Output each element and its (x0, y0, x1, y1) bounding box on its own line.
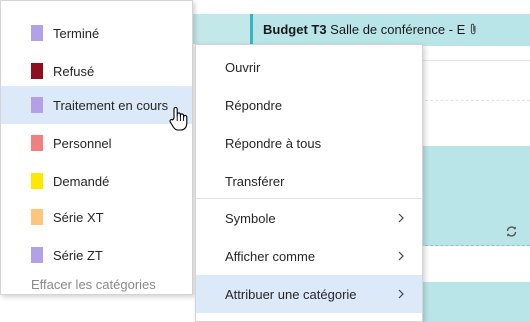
category-item-demande[interactable]: Demandé (1, 162, 192, 200)
category-label: Série ZT (53, 247, 103, 263)
menu-item-symbole[interactable]: Symbole (196, 199, 422, 237)
category-label: Série XT (53, 209, 104, 225)
menu-item-ouvrir[interactable]: Ouvrir (196, 48, 422, 86)
category-item-traitement-en-cours[interactable]: Traitement en cours (1, 86, 192, 124)
menu-item-repondre[interactable]: Répondre (196, 86, 422, 124)
chevron-right-icon (398, 249, 404, 264)
menu-item-label: Ouvrir (225, 59, 261, 75)
category-color-swatch (31, 63, 43, 79)
calendar-event-title: Budget T3 Salle de conférence - E (263, 22, 478, 37)
category-color-swatch (31, 247, 43, 263)
calendar-event-budget[interactable]: Budget T3 Salle de conférence - E (250, 14, 530, 46)
calendar-gridline (420, 100, 530, 101)
calendar-event-block[interactable] (420, 282, 530, 322)
category-submenu: Terminé Refusé Traitement en cours Perso… (0, 0, 193, 295)
menu-item-label: Afficher comme (225, 248, 316, 264)
category-label: Terminé (53, 25, 100, 41)
hand-cursor-icon (168, 106, 190, 135)
category-label: Demandé (53, 173, 110, 189)
menu-item-repondre-a-tous[interactable]: Répondre à tous (196, 124, 422, 162)
paperclip-icon (469, 22, 478, 37)
category-color-swatch (31, 25, 43, 41)
category-item-serie-xt[interactable]: Série XT (1, 198, 192, 236)
category-color-swatch (31, 135, 43, 151)
category-item-refuse[interactable]: Refusé (1, 52, 192, 90)
category-label: Refusé (53, 63, 95, 79)
category-item-serie-zt[interactable]: Série ZT (1, 236, 192, 274)
menu-item-label: Transférer (225, 173, 285, 189)
menu-item-afficher-comme[interactable]: Afficher comme (196, 237, 422, 275)
category-label: Traitement en cours (53, 97, 169, 113)
category-item-termine[interactable]: Terminé (1, 14, 192, 52)
menu-item-label: Attribuer une catégorie (225, 286, 357, 302)
menu-item-label: Symbole (225, 210, 276, 226)
recurrence-icon (505, 225, 518, 241)
category-color-swatch (31, 209, 43, 225)
category-label: Personnel (53, 135, 112, 151)
clear-categories-item[interactable]: Effacer les catégories (1, 273, 192, 295)
category-item-personnel[interactable]: Personnel (1, 124, 192, 162)
chevron-right-icon (398, 211, 404, 226)
category-color-swatch (31, 173, 43, 189)
calendar-gridline (420, 60, 530, 61)
clear-categories-label: Effacer les catégories (31, 276, 156, 292)
event-context-menu: Ouvrir Répondre Répondre à tous Transfér… (195, 44, 423, 322)
menu-item-label: Répondre à tous (225, 135, 322, 151)
chevron-right-icon (398, 287, 404, 302)
category-color-swatch (31, 97, 43, 113)
menu-item-label: Répondre (225, 97, 283, 113)
menu-item-transferer[interactable]: Transférer (196, 162, 422, 200)
menu-item-attribuer-categorie[interactable]: Attribuer une catégorie (196, 275, 422, 313)
